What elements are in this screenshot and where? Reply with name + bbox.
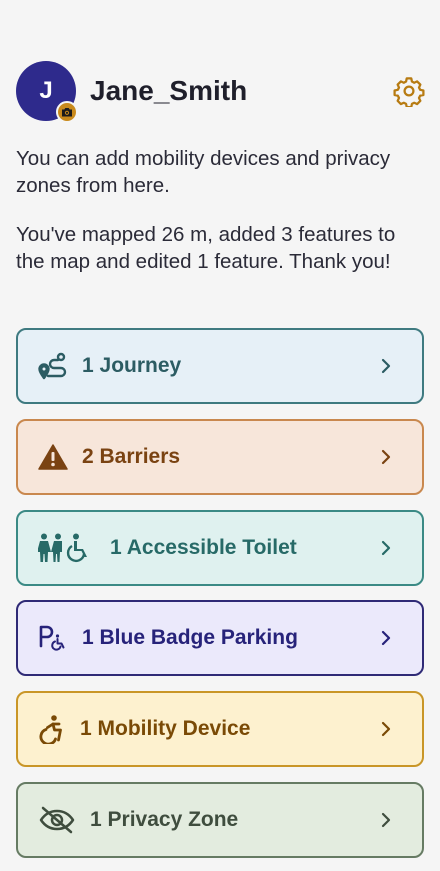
blue-badge-parking-label: 1 Blue Badge Parking [82, 626, 298, 649]
gear-icon [393, 77, 425, 107]
chevron-right-icon [376, 721, 396, 737]
accessible-toilet-label: 1 Accessible Toilet [110, 536, 297, 559]
eye-slash-icon [38, 805, 76, 835]
toilet-wheelchair-icon [38, 533, 96, 563]
barriers-label: 2 Barriers [82, 445, 181, 468]
blue-badge-parking-card[interactable]: 1 Blue Badge Parking [16, 600, 424, 676]
intro-text: You can add mobility devices and privacy… [16, 147, 391, 197]
chevron-right-icon [376, 540, 396, 556]
chevron-right-icon [376, 812, 396, 828]
avatar-initial: J [39, 77, 53, 104]
route-icon [38, 352, 68, 380]
stats-text: You've mapped 26 m, added 3 features to … [16, 223, 396, 273]
mobility-device-card[interactable]: 1 Mobility Device [16, 691, 424, 767]
username: Jane_Smith [90, 75, 248, 106]
privacy-zone-card[interactable]: 1 Privacy Zone [16, 782, 424, 858]
journey-card[interactable]: 1 Journey [16, 328, 424, 404]
camera-icon[interactable] [56, 101, 78, 123]
journey-label: 1 Journey [82, 354, 182, 377]
chevron-right-icon [376, 630, 396, 646]
chevron-right-icon [376, 449, 396, 465]
wheelchair-icon [38, 714, 66, 744]
settings-button[interactable] [392, 74, 426, 108]
privacy-zone-label: 1 Privacy Zone [90, 808, 239, 831]
chevron-right-icon [376, 358, 396, 374]
profile-header: J Jane_Smith [16, 61, 426, 123]
barriers-card[interactable]: 2 Barriers [16, 419, 424, 495]
accessible-toilet-card[interactable]: 1 Accessible Toilet [16, 510, 424, 586]
mobility-device-label: 1 Mobility Device [80, 717, 251, 740]
warning-icon [38, 444, 68, 470]
avatar[interactable]: J [16, 61, 78, 123]
accessible-parking-icon [38, 624, 68, 652]
